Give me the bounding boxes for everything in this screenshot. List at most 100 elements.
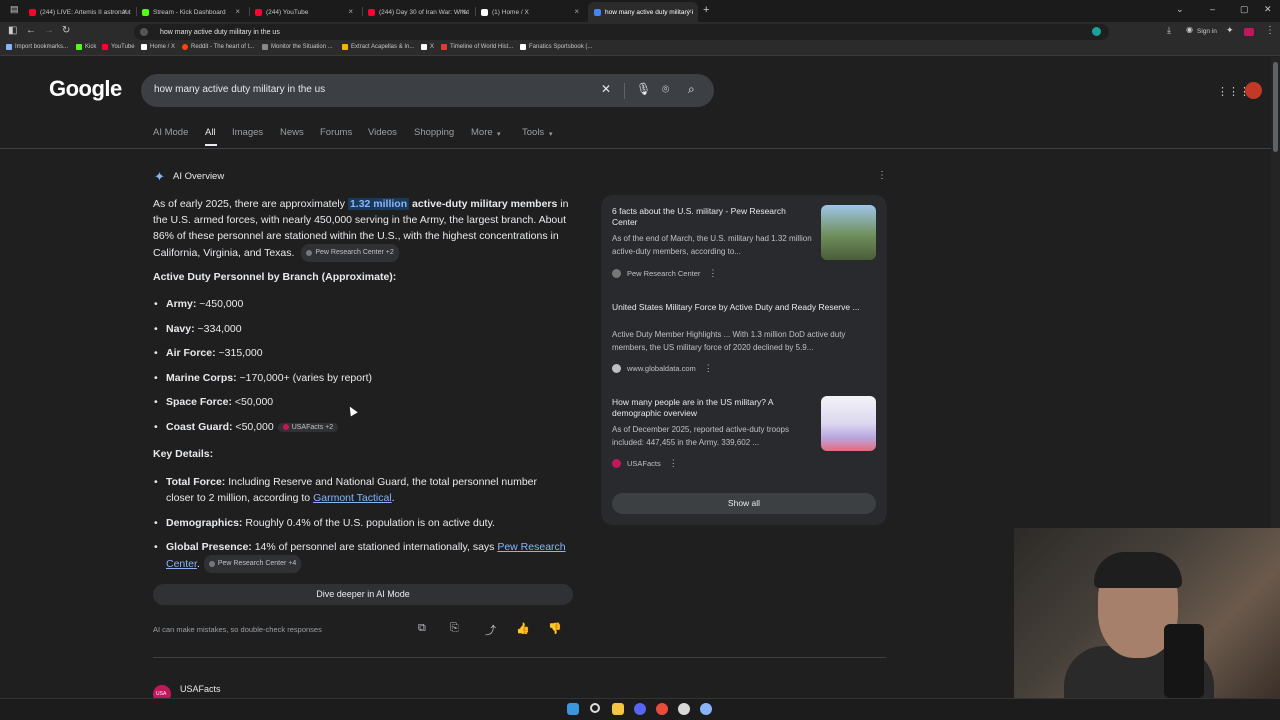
tab-ai-mode[interactable]: AI Mode xyxy=(153,127,188,138)
chevron-down-icon[interactable]: ▾ xyxy=(549,130,553,138)
bookmark[interactable]: Kick xyxy=(76,44,96,50)
youtube-icon xyxy=(29,8,36,16)
back-icon[interactable]: ← xyxy=(26,25,36,36)
discord-icon[interactable] xyxy=(634,703,646,715)
close-tab-icon[interactable]: × xyxy=(574,7,579,16)
google-logo[interactable]: Google xyxy=(49,76,122,102)
tab-search-icon[interactable]: ▤ xyxy=(10,4,19,15)
tab-all[interactable]: All xyxy=(205,127,216,138)
profile-icon[interactable]: ◉ xyxy=(1186,25,1193,34)
maximize-icon[interactable]: ▢ xyxy=(1240,4,1249,15)
source-chip[interactable]: USAFacts +2 xyxy=(277,422,339,432)
source-site[interactable]: Pew Research Center ⋮ xyxy=(612,268,717,279)
bookmark[interactable]: Fanatics Sportsbook (... xyxy=(520,44,592,50)
bookmark[interactable]: Timeline of World Hist... xyxy=(441,44,513,50)
browser-tab[interactable]: (1) Home / X × xyxy=(475,2,585,22)
export-icon[interactable]: ⎘ xyxy=(450,622,459,635)
source-thumbnail[interactable] xyxy=(821,396,876,451)
globe-icon[interactable] xyxy=(1092,27,1101,36)
close-tab-icon[interactable]: × xyxy=(122,7,127,16)
extension-badge-icon[interactable] xyxy=(1244,28,1254,36)
result-site-name[interactable]: USAFacts xyxy=(180,684,221,694)
source-site[interactable]: USAFacts ⋮ xyxy=(612,458,678,469)
microphone-icon[interactable]: 🎙 xyxy=(636,82,651,96)
bookmark[interactable]: Reddit - The heart of t... xyxy=(182,44,254,50)
omnibox[interactable]: how many active duty military in the us xyxy=(134,24,1109,40)
more-options-icon[interactable]: ⋮ xyxy=(877,170,887,181)
browser-tab[interactable]: (244) YouTube × xyxy=(249,2,359,22)
thumbs-up-icon[interactable]: 👍 xyxy=(516,622,530,635)
browser-tab[interactable]: Stream - Kick Dashboard × xyxy=(136,2,246,22)
bookmark[interactable]: X xyxy=(421,44,434,50)
tab-images[interactable]: Images xyxy=(232,127,263,138)
chevron-down-icon[interactable]: ⌄ xyxy=(1176,4,1184,15)
browser-tab[interactable]: (244) Day 30 of Iran War: What × xyxy=(362,2,472,22)
bookmark[interactable]: Monitor the Situation ... xyxy=(262,44,333,50)
tab-shopping[interactable]: Shopping xyxy=(414,127,454,138)
signin-button[interactable]: Sign in xyxy=(1197,28,1217,35)
share-icon[interactable]: ⤴ xyxy=(485,622,496,638)
close-tab-icon[interactable]: × xyxy=(687,7,692,16)
divider xyxy=(153,657,886,658)
settings-icon[interactable] xyxy=(700,703,712,715)
tab-forums[interactable]: Forums xyxy=(320,127,352,138)
menu-dots-icon[interactable]: ⋮ xyxy=(1265,25,1275,36)
source-site[interactable]: www.globaldata.com ⋮ xyxy=(612,363,713,374)
tab-label: Stream - Kick Dashboard xyxy=(153,8,226,16)
file-explorer-icon[interactable] xyxy=(612,703,624,715)
source-thumbnail[interactable] xyxy=(821,205,876,260)
minimize-icon[interactable]: – xyxy=(1210,4,1215,14)
more-options-icon[interactable]: ⋮ xyxy=(669,458,678,469)
chrome-icon[interactable] xyxy=(678,703,690,715)
search-icon[interactable]: ⌕ xyxy=(688,82,695,97)
chevron-down-icon[interactable]: ▾ xyxy=(497,130,501,138)
browser-tab[interactable]: (244) LIVE: Artemis II astronaut × xyxy=(23,2,133,22)
close-tab-icon[interactable]: × xyxy=(461,7,466,16)
search-box[interactable]: how many active duty military in the us … xyxy=(141,74,714,107)
tab-tools[interactable]: Tools xyxy=(522,127,544,138)
scrollbar-thumb[interactable] xyxy=(1273,62,1278,152)
globe-icon xyxy=(612,364,621,373)
source-title[interactable]: 6 facts about the U.S. military - Pew Re… xyxy=(612,206,812,228)
bookmark[interactable]: Home / X xyxy=(141,44,175,50)
bookmark[interactable]: Extract Acapellas & In... xyxy=(342,44,414,50)
tab-news[interactable]: News xyxy=(280,127,304,138)
new-tab-button[interactable]: + xyxy=(703,4,709,16)
source-chip[interactable]: Pew Research Center +4 xyxy=(203,555,302,573)
download-icon[interactable]: ⤓ xyxy=(1167,25,1171,36)
x-icon xyxy=(141,44,147,50)
search-input[interactable]: how many active duty military in the us xyxy=(154,84,325,95)
sidebar-icon[interactable]: ◧ xyxy=(8,25,17,36)
usafacts-icon xyxy=(612,459,621,468)
source-title[interactable]: How many people are in the US military? … xyxy=(612,397,812,419)
forward-icon[interactable]: → xyxy=(44,25,54,36)
source-chip[interactable]: Pew Research Center +2 xyxy=(301,244,399,262)
source-title[interactable]: United States Military Force by Active D… xyxy=(612,302,882,313)
tab-videos[interactable]: Videos xyxy=(368,127,397,138)
close-tab-icon[interactable]: × xyxy=(348,7,353,16)
reload-icon[interactable]: ↻ xyxy=(62,25,70,36)
bookmark[interactable]: Import bookmarks... xyxy=(6,44,68,50)
list-item: Space Force: <50,000 xyxy=(154,396,273,408)
copy-icon[interactable]: ⧉ xyxy=(418,622,426,635)
more-options-icon[interactable]: ⋮ xyxy=(708,268,717,279)
close-tab-icon[interactable]: × xyxy=(235,7,240,16)
app-icon[interactable] xyxy=(656,703,668,715)
lens-icon[interactable]: ⌾ xyxy=(662,82,669,97)
extensions-icon[interactable]: ✦ xyxy=(1226,25,1234,36)
tab-more[interactable]: More xyxy=(471,127,493,138)
thumbs-down-icon[interactable]: 👎 xyxy=(548,622,562,635)
bookmark[interactable]: YouTube xyxy=(102,44,135,50)
source-link[interactable]: Garmont Tactical xyxy=(313,492,392,504)
clear-icon[interactable]: ✕ xyxy=(601,82,611,96)
close-window-icon[interactable]: ✕ xyxy=(1264,4,1272,15)
search-icon[interactable] xyxy=(590,703,600,713)
avatar[interactable] xyxy=(1245,82,1262,99)
show-all-button[interactable]: Show all xyxy=(612,493,876,514)
windows-start-icon[interactable] xyxy=(567,703,579,715)
site-info-icon[interactable] xyxy=(140,28,148,36)
browser-tab-active[interactable]: how many active duty military i × xyxy=(588,2,698,22)
more-options-icon[interactable]: ⋮ xyxy=(704,363,713,374)
list-item: Demographics: Roughly 0.4% of the U.S. p… xyxy=(154,515,566,531)
dive-deeper-button[interactable]: Dive deeper in AI Mode xyxy=(153,584,573,605)
